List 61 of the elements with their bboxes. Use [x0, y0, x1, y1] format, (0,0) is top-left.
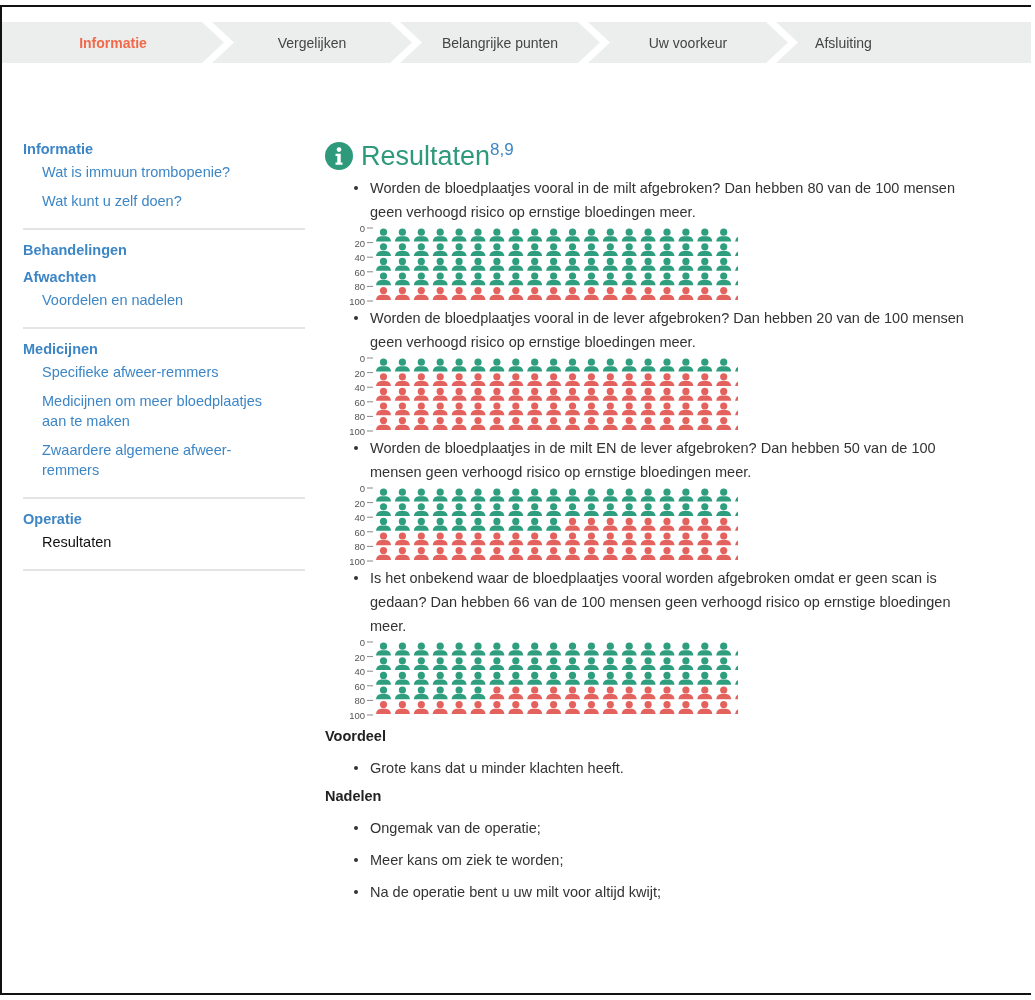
sidebar-heading[interactable]: Afwachten	[23, 269, 305, 285]
sidebar-heading[interactable]: Behandelingen	[23, 242, 305, 258]
axis-tick: 20	[354, 651, 374, 663]
axis-tick: 0	[359, 224, 374, 234]
bullet-icon	[354, 890, 358, 894]
axis-tick: 80	[354, 281, 374, 293]
axis-tick: 100	[349, 426, 374, 436]
bullet-icon	[354, 826, 358, 830]
sidebar-heading[interactable]: Informatie	[23, 141, 305, 157]
result-text: Worden de bloedplaatjes vooral in de milt afgebroken? Dan hebben 80 van de 100 mensen geen verhoogd risico op ernstige bloedingen meer.	[370, 179, 956, 222]
axis-tick: 20	[354, 237, 374, 249]
bullet-icon	[354, 316, 358, 320]
axis-tick: 100	[349, 296, 374, 306]
axis-tick: 60	[354, 526, 374, 538]
step-tab[interactable]: Vergelijken	[212, 22, 412, 63]
axis-tick: 40	[354, 512, 374, 524]
section-heading: Voordeel	[325, 728, 387, 744]
bullet-icon	[354, 576, 358, 580]
axis-tick: 60	[354, 396, 374, 408]
sidebar-item[interactable]: Wat is immuun trombopenie?	[42, 162, 280, 182]
sidebar-heading[interactable]: Operatie	[23, 511, 305, 527]
sidebar-heading[interactable]: Medicijnen	[23, 341, 305, 357]
result-text: Is het onbekend waar de bloedplaatjes vooral worden afgebroken omdat er geen scan is gedaan? Dan hebben 66 van de 100 mensen geen verhoogd risico op ernstige bloedingen meer.	[370, 569, 952, 636]
axis-tick: 100	[349, 710, 374, 720]
axis-tick: 60	[354, 266, 374, 278]
sidebar-item[interactable]: Specifieke afweer-remmers	[42, 362, 280, 382]
sidebar-item[interactable]: Voordelen en nadelen	[42, 290, 280, 310]
axis-tick: 80	[354, 411, 374, 423]
bullet-icon	[354, 858, 358, 862]
axis-tick: 40	[354, 666, 374, 678]
list-text: Grote kans dat u minder klachten heeft.	[370, 759, 625, 778]
section-heading: Nadelen	[325, 788, 383, 804]
axis-tick: 60	[354, 680, 374, 692]
bullet-icon	[354, 186, 358, 190]
axis-tick: 0	[359, 484, 374, 494]
bullet-icon	[354, 446, 358, 450]
step-tab[interactable]: Uw voorkeur	[588, 22, 788, 63]
info-icon	[325, 142, 353, 170]
step-tab[interactable]: Belangrijke punten	[400, 22, 600, 63]
step-tab[interactable]: Afsluiting	[776, 22, 1031, 63]
result-text: Worden de bloedplaatjes vooral in de lever afgebroken? Dan hebben 20 van de 100 mensen geen verhoogd risico op ernstige bloedingen meer.	[370, 309, 965, 352]
axis-tick: 0	[359, 354, 374, 364]
axis-tick: 20	[354, 367, 374, 379]
axis-tick: 40	[354, 382, 374, 394]
result-text: Worden de bloedplaatjes in de milt EN de lever afgebroken? Dan hebben 50 van de 100 mensen geen verhoogd risico op ernstige bloedingen meer.	[370, 439, 937, 482]
sidebar-item[interactable]: Zwaardere algemene afweer-remmers	[42, 440, 280, 480]
axis-tick: 40	[354, 252, 374, 264]
list-text: Na de operatie bent u uw milt voor altijd kwijt;	[370, 883, 662, 902]
axis-tick: 100	[349, 556, 374, 566]
sidebar-item[interactable]: Resultaten	[42, 532, 280, 552]
sidebar-item[interactable]: Medicijnen om meer bloedplaatjes aan te maken	[42, 391, 280, 431]
axis-tick: 80	[354, 541, 374, 553]
list-text: Ongemak van de operatie;	[370, 819, 542, 838]
axis-tick: 0	[359, 638, 374, 648]
axis-tick: 20	[354, 497, 374, 509]
axis-tick: 80	[354, 695, 374, 707]
page-title: Resultaten$^{8,9}$	[361, 140, 514, 172]
step-tab[interactable]: Informatie	[2, 22, 224, 63]
sidebar-item[interactable]: Wat kunt u zelf doen?	[42, 191, 280, 211]
bullet-icon	[354, 766, 358, 770]
list-text: Meer kans om ziek te worden;	[370, 851, 565, 870]
